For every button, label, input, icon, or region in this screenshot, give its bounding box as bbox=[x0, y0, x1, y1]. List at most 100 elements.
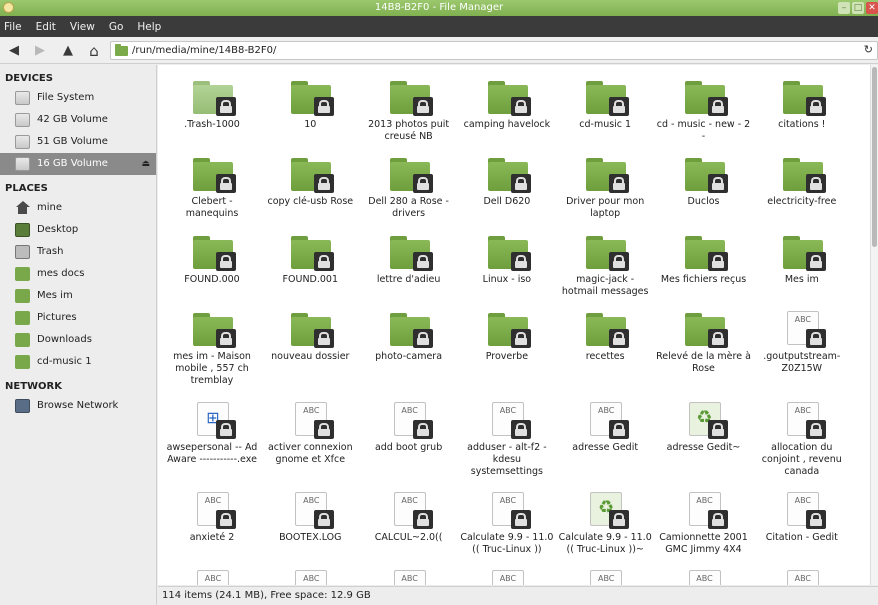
sidebar-item-label: Trash bbox=[37, 246, 64, 257]
file-item[interactable]: ABC bbox=[262, 568, 358, 585]
up-arrow-icon[interactable]: ▲ bbox=[60, 43, 76, 59]
file-item[interactable]: ABC bbox=[164, 568, 260, 585]
folder-item[interactable]: cd - music - new - 2 - bbox=[656, 77, 752, 143]
folder-item[interactable]: 2013 photos puit creusé NB bbox=[361, 77, 457, 143]
file-item[interactable]: ABC bbox=[656, 568, 752, 585]
menu-file[interactable]: File bbox=[4, 21, 22, 33]
back-arrow-icon[interactable]: ◀ bbox=[6, 43, 22, 59]
sidebar-item-cd-music-1[interactable]: cd-music 1 bbox=[0, 351, 156, 373]
folder-item[interactable]: Relevé de la mère à Rose bbox=[656, 309, 752, 375]
folder-item[interactable]: cd-music 1 bbox=[557, 77, 653, 131]
scrollbar-thumb[interactable] bbox=[872, 67, 877, 247]
folder-item[interactable]: magic-jack - hotmail messages bbox=[557, 232, 653, 298]
home-icon[interactable]: ⌂ bbox=[86, 43, 102, 59]
file-item[interactable]: ABC Camionnette 2001 GMC Jimmy 4X4 bbox=[656, 490, 752, 556]
folder-item[interactable]: FOUND.001 bbox=[262, 232, 358, 286]
sidebar: DEVICES File System 42 GB Volume 51 GB Vol… bbox=[0, 65, 157, 605]
sidebar-item-label: Mes im bbox=[37, 290, 73, 301]
folder-item[interactable]: citations ! bbox=[754, 77, 850, 131]
file-item[interactable]: ABC allocation du conjoint , revenu canad… bbox=[754, 400, 850, 478]
sidebar-item-downloads[interactable]: Downloads bbox=[0, 329, 156, 351]
text-file-icon: ABC bbox=[482, 568, 532, 585]
menu-go[interactable]: Go bbox=[109, 21, 124, 33]
lock-icon bbox=[314, 252, 335, 271]
folder-icon bbox=[679, 232, 729, 272]
minimize-button[interactable]: – bbox=[838, 2, 850, 14]
folder-item[interactable]: lettre d'adieu bbox=[361, 232, 457, 286]
folder-item[interactable]: Clebert - manequins bbox=[164, 154, 260, 220]
file-item[interactable]: ABC bbox=[361, 568, 457, 585]
sidebar-item-mes-docs[interactable]: mes docs bbox=[0, 263, 156, 285]
menu-edit[interactable]: Edit bbox=[36, 21, 56, 33]
folder-icon bbox=[679, 77, 729, 117]
file-item[interactable]: ABC anxieté 2 bbox=[164, 490, 260, 544]
sidebar-item-label: File System bbox=[37, 92, 95, 103]
location-path: /run/media/mine/14B8-B2F0/ bbox=[132, 45, 277, 56]
folder-item[interactable]: electricity-free bbox=[754, 154, 850, 208]
file-item[interactable]: ABC bbox=[754, 568, 850, 585]
folder-item[interactable]: copy clé-usb Rose bbox=[262, 154, 358, 208]
menu-help[interactable]: Help bbox=[137, 21, 161, 33]
file-item[interactable]: ABC activer connexion gnome et Xfce bbox=[262, 400, 358, 466]
location-bar[interactable]: /run/media/mine/14B8-B2F0/ ↻ bbox=[110, 41, 878, 60]
folder-item[interactable]: Mes im bbox=[754, 232, 850, 286]
file-item[interactable]: ABC BOOTEX.LOG bbox=[262, 490, 358, 544]
status-text: 114 items (24.1 MB), Free space: 12.9 GB bbox=[162, 590, 371, 601]
folder-item[interactable]: camping havelock bbox=[459, 77, 555, 131]
file-item[interactable]: ♻ adresse Gedit~ bbox=[656, 400, 752, 454]
lock-icon bbox=[510, 97, 531, 116]
folder-icon bbox=[285, 232, 335, 272]
sidebar-item-desktop[interactable]: Desktop bbox=[0, 219, 156, 241]
folder-item[interactable]: Proverbe bbox=[459, 309, 555, 363]
file-name: 10 bbox=[304, 119, 317, 130]
desktop-icon bbox=[15, 223, 30, 237]
maximize-button[interactable]: □ bbox=[852, 2, 864, 14]
menu-view[interactable]: View bbox=[70, 21, 95, 33]
lock-icon bbox=[314, 329, 335, 348]
eject-icon[interactable]: ⏏ bbox=[141, 153, 150, 175]
lock-icon bbox=[805, 174, 826, 193]
file-item[interactable]: ABC bbox=[459, 568, 555, 585]
reload-icon[interactable]: ↻ bbox=[864, 43, 873, 56]
sidebar-item-16-gb-volume[interactable]: 16 GB Volume ⏏ bbox=[0, 153, 156, 175]
lock-icon bbox=[314, 420, 335, 439]
file-item[interactable]: ABC Citation - Gedit bbox=[754, 490, 850, 544]
file-item[interactable]: ABC adduser - alt-f2 - kdesu systemsettin… bbox=[459, 400, 555, 478]
sidebar-item-mes-im[interactable]: Mes im bbox=[0, 285, 156, 307]
file-item[interactable]: ABC CALCUL~2.0(( bbox=[361, 490, 457, 544]
close-button[interactable]: ✕ bbox=[866, 2, 878, 14]
sidebar-item-mine[interactable]: mine bbox=[0, 197, 156, 219]
file-item[interactable]: ♻ Calculate 9.9 - 11.0 (( Truc-Linux ))~ bbox=[557, 490, 653, 556]
folder-item[interactable]: Duclos bbox=[656, 154, 752, 208]
folder-item[interactable]: mes im - Maison mobile , 557 ch tremblay bbox=[164, 309, 260, 387]
folder-item[interactable]: photo-camera bbox=[361, 309, 457, 363]
sidebar-item-trash[interactable]: Trash bbox=[0, 241, 156, 263]
folder-item[interactable]: Driver pour mon laptop bbox=[557, 154, 653, 220]
folder-item[interactable]: Dell D620 bbox=[459, 154, 555, 208]
folder-item[interactable]: Dell 280 a Rose - drivers bbox=[361, 154, 457, 220]
sidebar-item-file-system[interactable]: File System bbox=[0, 87, 156, 109]
text-file-icon: ABC bbox=[777, 400, 827, 440]
forward-arrow-icon[interactable]: ▶ bbox=[32, 43, 48, 59]
sidebar-item-pictures[interactable]: Pictures bbox=[0, 307, 156, 329]
folder-item[interactable]: FOUND.000 bbox=[164, 232, 260, 286]
toolbar: ◀ ▶ ▲ ⌂ /run/media/mine/14B8-B2F0/ ↻ bbox=[0, 37, 878, 64]
file-item[interactable]: ABC Calculate 9.9 - 11.0 (( Truc-Linux )) bbox=[459, 490, 555, 556]
folder-item[interactable]: .Trash-1000 bbox=[164, 77, 260, 131]
vertical-scrollbar[interactable] bbox=[870, 65, 878, 585]
sidebar-item-browse-network[interactable]: Browse Network bbox=[0, 395, 156, 417]
folder-item[interactable]: Mes fichiers reçus bbox=[656, 232, 752, 286]
lock-icon bbox=[805, 510, 826, 529]
sidebar-item-42-gb-volume[interactable]: 42 GB Volume bbox=[0, 109, 156, 131]
sidebar-item-51-gb-volume[interactable]: 51 GB Volume bbox=[0, 131, 156, 153]
file-item[interactable]: ABC adresse Gedit bbox=[557, 400, 653, 454]
file-item[interactable]: ⊞ awsepersonal -- Ad Aware -----------.ex… bbox=[164, 400, 260, 466]
folder-item[interactable]: Linux - iso bbox=[459, 232, 555, 286]
file-item[interactable]: ABC add boot grub bbox=[361, 400, 457, 454]
folder-item[interactable]: recettes bbox=[557, 309, 653, 363]
folder-item[interactable]: 10 bbox=[262, 77, 358, 131]
file-item[interactable]: ABC .goutputstream-Z0Z15W bbox=[754, 309, 850, 375]
folder-item[interactable]: nouveau dossier bbox=[262, 309, 358, 363]
file-item[interactable]: ABC bbox=[557, 568, 653, 585]
lock-icon bbox=[314, 510, 335, 529]
